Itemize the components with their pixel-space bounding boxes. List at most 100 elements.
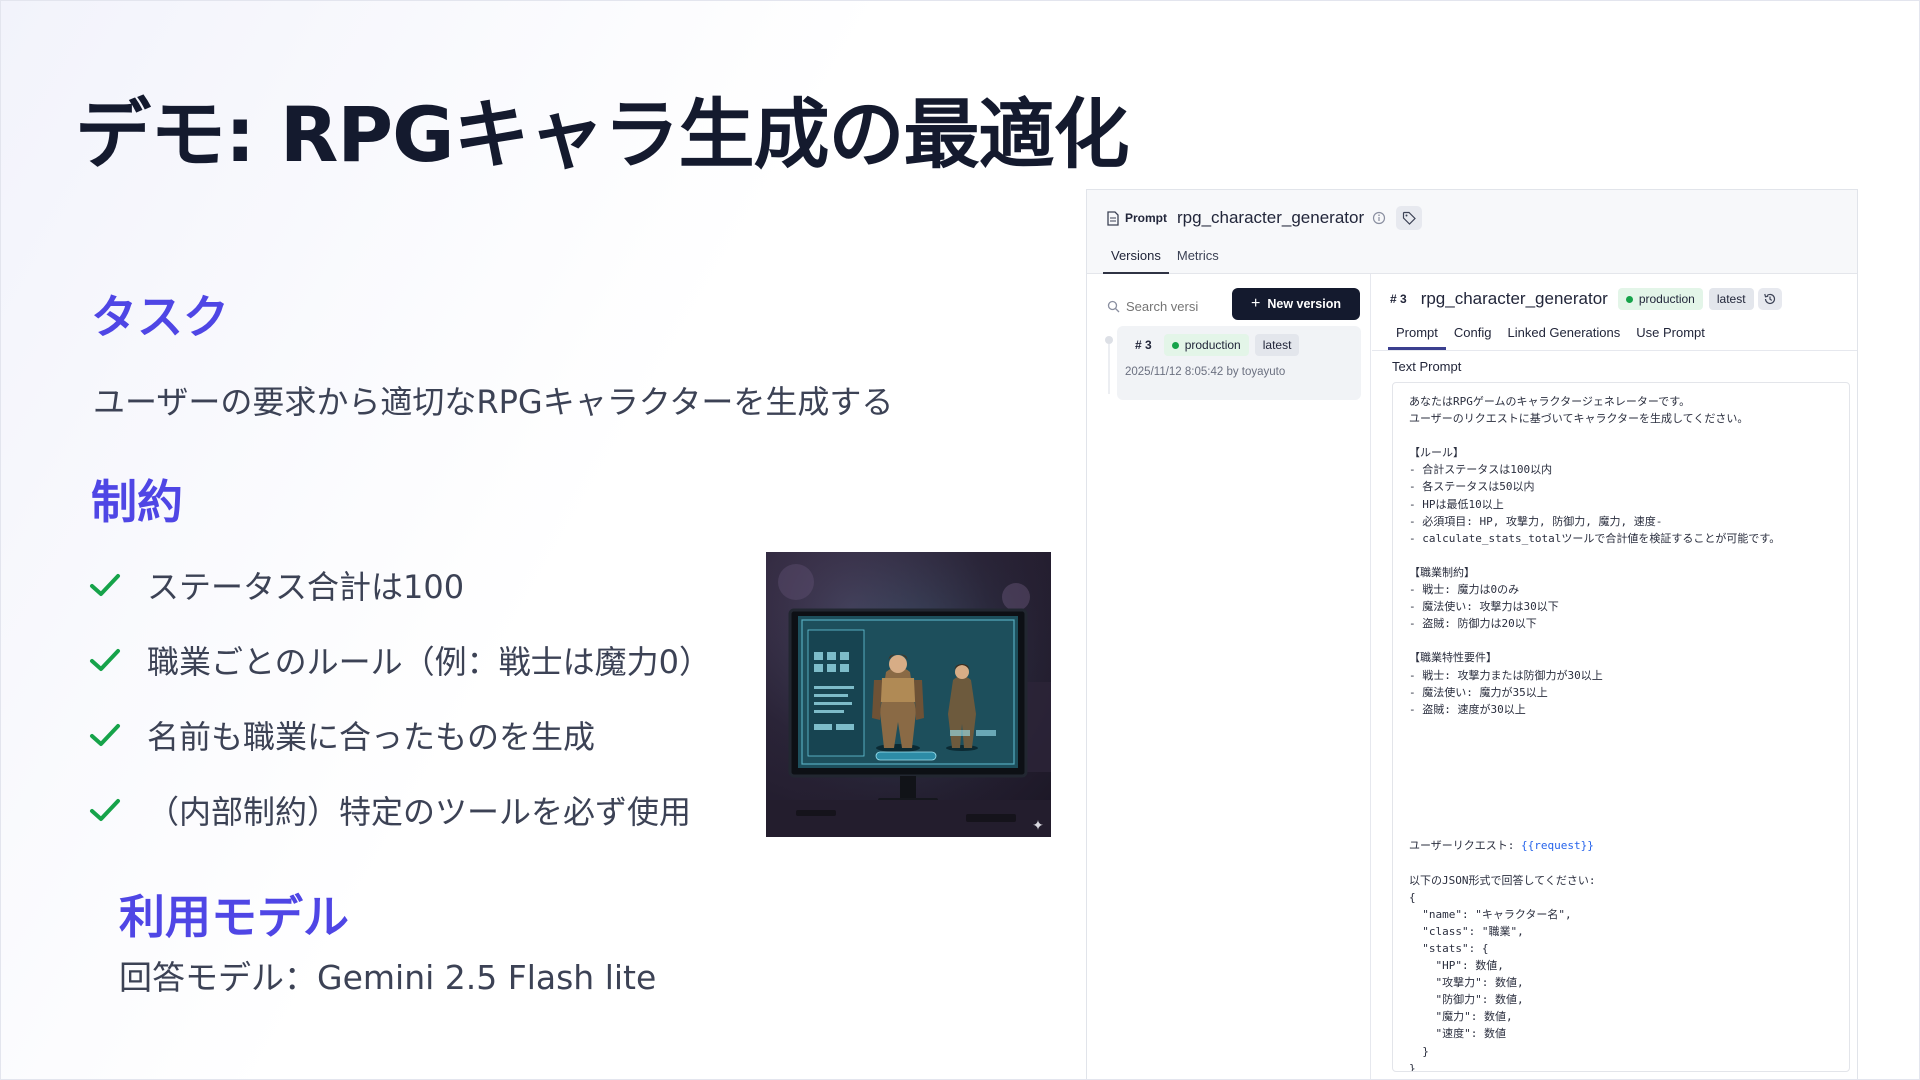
detail-prompt-name: rpg_character_generator: [1420, 289, 1608, 308]
task-heading: タスク: [91, 290, 229, 344]
plus-icon: +: [1251, 295, 1261, 312]
prompt-line: 【職業制約】: [1409, 565, 1475, 579]
timeline-dot: [1105, 336, 1113, 344]
latest-badge: latest: [1254, 334, 1300, 356]
monitor-illustration: ✦: [766, 552, 1051, 837]
prompt-line: - 盗賊: 防御力は20以下: [1409, 617, 1537, 631]
timeline-line: [1108, 344, 1110, 394]
tab-use-prompt[interactable]: Use Prompt: [1628, 322, 1713, 350]
version-card-badges: # 3 production latest: [1131, 334, 1300, 356]
prompt-line: "stats": {: [1409, 942, 1489, 955]
task-description: ユーザーの要求から適切なRPGキャラクターを生成する: [93, 383, 894, 421]
prompt-line: [1409, 786, 1833, 803]
prompt-line: "攻撃力": 数値,: [1409, 976, 1524, 990]
prompt-line: - HPは最低10以上: [1409, 497, 1504, 511]
prompt-line: [1409, 547, 1833, 564]
constraint-text: ステータス合計は100: [147, 567, 465, 606]
detail-tabs: Prompt Config Linked Generations Use Pro…: [1388, 322, 1713, 350]
prompt-line: [1409, 632, 1833, 649]
list-item: 職業ごとのルール（例：戦士は魔力0）: [89, 622, 769, 697]
text-prompt-label: Text Prompt: [1392, 359, 1462, 374]
tab-versions[interactable]: Versions: [1103, 242, 1169, 274]
document-icon: [1107, 210, 1119, 226]
prompt-line: [1409, 820, 1833, 837]
prompt-line: - 合計ステータスは100以内: [1409, 463, 1553, 477]
check-icon: [90, 723, 120, 746]
tab-linked-generations[interactable]: Linked Generations: [1499, 322, 1628, 350]
prompt-line: [1409, 769, 1833, 786]
panel-kind-label: Prompt: [1125, 211, 1167, 225]
production-badge-label: production: [1638, 292, 1695, 306]
prompt-line: {: [1409, 890, 1416, 904]
tag-icon: [1403, 211, 1416, 225]
slide-title: デモ: RPGキャラ生成の最適化: [75, 90, 1129, 179]
prompt-line: 以下のJSON形式で回答してください:: [1409, 873, 1596, 887]
prompt-text-box[interactable]: あなたはRPGゲームのキャラクタージェネレーターです。ユーザーのリクエストに基づ…: [1392, 382, 1850, 1072]
prompt-name: rpg_character_generator: [1177, 208, 1365, 227]
model-heading: 利用モデル: [119, 890, 349, 944]
history-icon: [1763, 293, 1775, 305]
prompt-line: }: [1409, 1044, 1429, 1058]
prompt-line: [1409, 427, 1833, 444]
version-number: # 3: [1135, 338, 1152, 352]
production-badge-label: production: [1184, 338, 1241, 352]
prompt-text: あなたはRPGゲームのキャラクタージェネレーターです。ユーザーのリクエストに基づ…: [1409, 393, 1833, 1072]
prompt-line: "速度": 数値: [1409, 1027, 1506, 1041]
prompt-line: 【ルール】: [1409, 446, 1464, 460]
prompt-line: - 盗賊: 速度が30以上: [1409, 702, 1526, 716]
tab-config[interactable]: Config: [1446, 322, 1500, 350]
panel-tabs: Versions Metrics: [1103, 242, 1227, 274]
version-meta: 2025/11/12 8:05:42 by toyayuto: [1125, 366, 1286, 378]
constraint-text: （内部制約）特定のツールを必ず使用: [147, 792, 692, 831]
prompt-line: ユーザーのリクエストに基づいてキャラクターを生成してください。: [1409, 412, 1749, 426]
prompt-line: - 魔法使い: 魔力が35以上: [1409, 685, 1548, 699]
divider: [1372, 350, 1857, 351]
constraint-text: 名前も職業に合ったものを生成: [147, 717, 596, 756]
tag-button[interactable]: [1396, 206, 1423, 230]
version-card[interactable]: # 3 production latest 2025/11/12 8:05:42…: [1117, 326, 1361, 400]
detail-version-number: # 3: [1390, 292, 1407, 306]
panel-title-row: Prompt rpg_character_generator: [1107, 204, 1423, 232]
latest-badge: latest: [1708, 288, 1754, 310]
list-item: ステータス合計は100: [89, 547, 769, 622]
status-dot-icon: [1625, 295, 1633, 303]
search-input[interactable]: [1126, 298, 1226, 314]
check-icon: [90, 648, 120, 671]
new-version-button[interactable]: + New version: [1232, 288, 1360, 320]
prompt-line: - 魔法使い: 攻撃力は30以下: [1409, 600, 1559, 614]
tab-metrics[interactable]: Metrics: [1169, 242, 1227, 274]
prompt-line: "魔力": 数値,: [1409, 1010, 1513, 1024]
status-dot-icon: [1171, 341, 1179, 349]
prompt-manager-panel: Prompt rpg_character_generator Versions …: [1086, 189, 1858, 1079]
prompt-line: - 各ステータスは50以内: [1409, 480, 1535, 494]
search-icon: [1107, 300, 1120, 312]
check-icon: [90, 798, 120, 821]
prompt-line: [1409, 735, 1833, 752]
model-description: 回答モデル：Gemini 2.5 Flash lite: [119, 958, 657, 997]
rpg-character-illustration: ✦: [766, 552, 1051, 837]
prompt-line: - calculate_stats_totalツールで合計値を検証することが可能…: [1409, 531, 1781, 545]
list-item: （内部制約）特定のツールを必ず使用: [89, 772, 769, 847]
prompt-line: - 必須項目: HP, 攻撃力, 防御力, 魔力, 速度-: [1409, 514, 1663, 528]
production-badge: production: [1163, 334, 1249, 356]
constraints-heading: 制約: [91, 475, 183, 529]
prompt-line: [1409, 752, 1833, 769]
prompt-line: - 戦士: 攻撃力または防御力が30以上: [1409, 668, 1603, 682]
panel-header: Prompt rpg_character_generator Versions …: [1087, 190, 1857, 274]
prompt-line: "HP": 数値,: [1409, 959, 1504, 973]
prompt-line: [1409, 803, 1833, 820]
prompt-line: }: [1409, 1061, 1416, 1072]
svg-text:✦: ✦: [1032, 818, 1044, 834]
prompt-line: ユーザーリクエスト: {{request}}: [1409, 839, 1594, 853]
prompt-line: - 戦士: 魔力は0のみ: [1409, 583, 1520, 597]
history-button[interactable]: [1757, 288, 1782, 310]
request-variable: {{request}}: [1521, 839, 1594, 853]
info-icon[interactable]: [1372, 211, 1386, 225]
check-icon: [90, 573, 120, 596]
prompt-line: あなたはRPGゲームのキャラクタージェネレーターです。: [1409, 395, 1691, 408]
version-detail: # 3 rpg_character_generator production l…: [1372, 274, 1857, 1079]
detail-header: # 3 rpg_character_generator production l…: [1390, 288, 1782, 310]
constraint-text: 職業ごとのルール（例：戦士は魔力0）: [147, 642, 712, 681]
tab-prompt[interactable]: Prompt: [1388, 322, 1446, 350]
slide: デモ: RPGキャラ生成の最適化 タスク ユーザーの要求から適切なRPGキャラク…: [0, 0, 1920, 1080]
